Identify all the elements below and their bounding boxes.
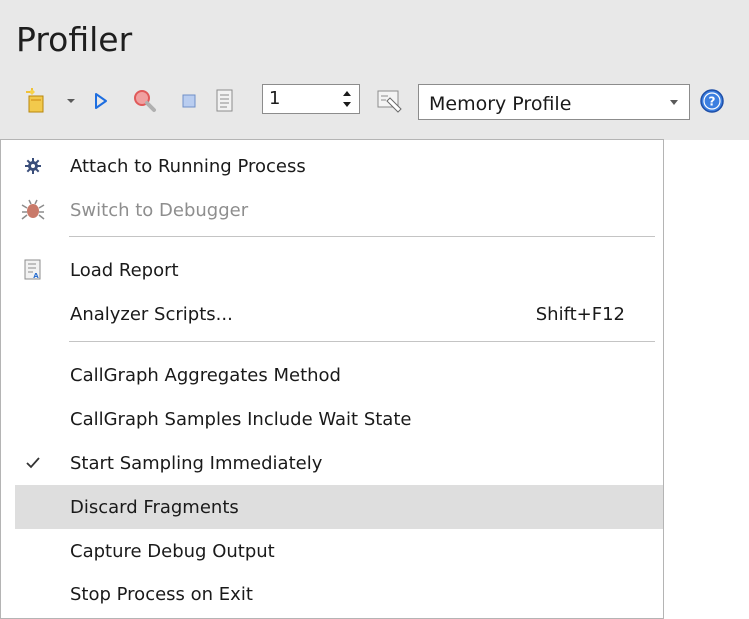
new-profile-dropdown-button[interactable] (60, 84, 82, 118)
menu-item-discard-fragments[interactable]: Discard Fragments (15, 485, 663, 529)
menu-item-start-sampling-immediately[interactable]: Start Sampling Immediately (15, 441, 663, 485)
menu-item-attach-to-running-process[interactable]: Attach to Running Process (15, 144, 663, 188)
menu-item-analyzer-scripts[interactable]: Analyzer Scripts... Shift+F12 (15, 292, 663, 336)
report-icon: A (24, 259, 41, 280)
svg-text:A: A (33, 272, 39, 280)
magnifier-icon (134, 90, 156, 112)
panel-title: Profiler (16, 20, 133, 59)
menu-item-label: Discard Fragments (70, 497, 239, 518)
menu-item-label: Analyzer Scripts... (70, 304, 233, 325)
checkmark-icon (26, 457, 40, 469)
menu-item-label: CallGraph Aggregates Method (70, 365, 341, 386)
tag-icon (377, 90, 402, 113)
menu-item-label: CallGraph Samples Include Wait State (70, 409, 412, 430)
gear-icon (25, 158, 41, 174)
menu-item-load-report[interactable]: A Load Report (15, 248, 663, 292)
menu-item-stop-process-on-exit[interactable]: Stop Process on Exit (15, 572, 663, 616)
profiler-panel-header: Profiler 1 Memory Profile ? (0, 0, 749, 140)
chevron-down-icon (67, 99, 75, 103)
menu-item-label: Start Sampling Immediately (70, 453, 323, 474)
menu-separator (69, 341, 655, 342)
new-profile-icon (26, 88, 44, 113)
menu-item-label: Attach to Running Process (70, 156, 306, 177)
chevron-down-icon (670, 100, 678, 105)
sample-interval-spinner[interactable]: 1 (262, 84, 360, 114)
menu-item-switch-to-debugger[interactable]: Switch to Debugger (15, 188, 663, 232)
help-icon: ? (700, 89, 724, 113)
spinner-value: 1 (269, 88, 281, 109)
stop-icon (182, 94, 196, 108)
spinner-arrows-icon[interactable] (341, 88, 353, 110)
report-icon (216, 89, 233, 112)
menu-item-callgraph-aggregates-method[interactable]: CallGraph Aggregates Method (15, 353, 663, 397)
help-button[interactable]: ? (694, 84, 730, 118)
menu-item-label: Stop Process on Exit (70, 584, 253, 605)
menu-item-label: Capture Debug Output (70, 541, 275, 562)
play-icon (95, 93, 107, 109)
tag-button[interactable] (372, 84, 408, 118)
new-profile-button[interactable] (20, 84, 52, 118)
run-button[interactable] (88, 84, 114, 118)
menu-item-label: Switch to Debugger (70, 200, 249, 221)
menu-separator (69, 236, 655, 237)
menu-item-shortcut: Shift+F12 (535, 304, 625, 325)
search-button[interactable] (128, 84, 162, 118)
svg-text:?: ? (709, 95, 716, 109)
bug-icon (21, 199, 45, 220)
stop-button[interactable] (176, 84, 202, 118)
report-button[interactable] (208, 84, 242, 118)
menu-item-label: Load Report (70, 260, 179, 281)
profile-type-select[interactable]: Memory Profile (418, 84, 690, 120)
profiler-options-menu: Attach to Running Process Switch to Debu… (0, 139, 664, 619)
menu-item-capture-debug-output[interactable]: Capture Debug Output (15, 529, 663, 573)
profile-type-value: Memory Profile (429, 93, 572, 115)
menu-item-callgraph-samples-include-wait-state[interactable]: CallGraph Samples Include Wait State (15, 397, 663, 441)
